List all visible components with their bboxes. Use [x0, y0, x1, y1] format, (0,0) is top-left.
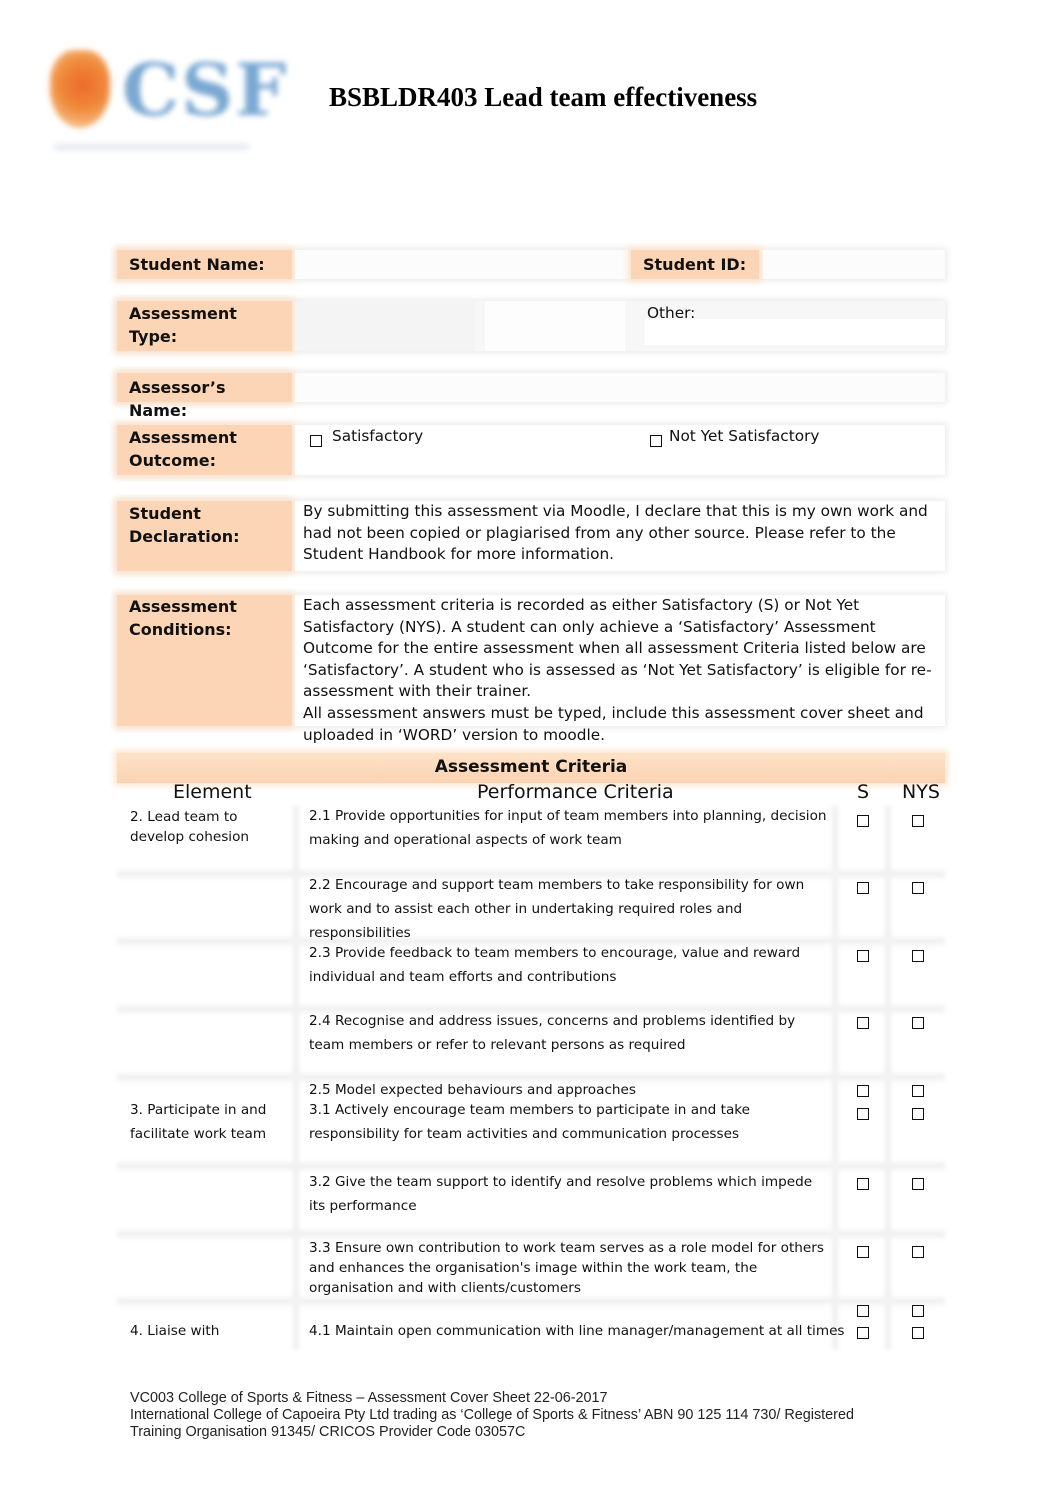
logo-tagline	[54, 144, 249, 150]
nys-checkbox[interactable]	[912, 882, 924, 894]
student-id-field[interactable]	[763, 250, 945, 279]
not-yet-satisfactory-label: Not Yet Satisfactory	[669, 427, 820, 445]
footer-line-3: Training Organisation 91345/ CRICOS Prov…	[130, 1424, 526, 1440]
nys-checkbox[interactable]	[912, 815, 924, 827]
s-checkbox[interactable]	[857, 1305, 869, 1317]
s-checkbox[interactable]	[857, 882, 869, 894]
assessment-type-extra-field[interactable]	[485, 301, 625, 351]
criterion-cell: 2.5 Model expected behaviours and approa…	[309, 1082, 636, 1098]
conditions-paragraph-2: All assessment answers must be typed, in…	[303, 703, 924, 744]
other-field[interactable]	[645, 319, 945, 345]
nys-checkbox[interactable]	[912, 1327, 924, 1339]
satisfactory-checkbox[interactable]	[310, 435, 322, 447]
college-logo: CSF	[44, 40, 286, 160]
nys-checkbox[interactable]	[912, 1085, 924, 1097]
assessor-name-field[interactable]	[295, 373, 945, 402]
s-checkbox[interactable]	[857, 815, 869, 827]
nys-checkbox[interactable]	[912, 1305, 924, 1317]
row-divider	[117, 1297, 945, 1305]
criterion-cell: 2.3 Provide feedback to team members to …	[309, 945, 801, 985]
shield-icon	[50, 50, 110, 128]
satisfactory-label: Satisfactory	[332, 427, 424, 445]
conditions-text: Each assessment criteria is recorded as …	[295, 595, 945, 744]
nys-checkbox[interactable]	[912, 1178, 924, 1190]
s-checkbox[interactable]	[857, 1327, 869, 1339]
s-checkbox[interactable]	[857, 1246, 869, 1258]
conditions-paragraph-1: Each assessment criteria is recorded as …	[303, 596, 932, 701]
outcome-field: Satisfactory Not Yet Satisfactory	[295, 425, 945, 475]
assessment-type-select[interactable]	[295, 301, 475, 351]
column-header-element: Element	[173, 781, 252, 803]
student-id-label: Student ID:	[631, 250, 759, 279]
not-yet-satisfactory-checkbox[interactable]	[650, 435, 662, 447]
student-name-label: Student Name:	[117, 250, 292, 279]
s-checkbox[interactable]	[857, 1108, 869, 1120]
declaration-label: Student Declaration:	[117, 501, 292, 571]
criterion-cell: 2.1 Provide opportunities for input of t…	[309, 808, 827, 848]
column-header-s: S	[857, 781, 870, 803]
element-cell: 2. Lead team to develop cohesion	[130, 809, 250, 845]
criterion-cell: 3.2 Give the team support to identify an…	[309, 1174, 813, 1214]
criterion-cell: 2.2 Encourage and support team members t…	[309, 877, 805, 941]
footer-line-1: VC003 College of Sports & Fitness – Asse…	[130, 1390, 608, 1406]
nys-checkbox[interactable]	[912, 1246, 924, 1258]
nys-checkbox[interactable]	[912, 950, 924, 962]
s-checkbox[interactable]	[857, 950, 869, 962]
footer-line-2: International College of Capoeira Pty Lt…	[130, 1407, 854, 1423]
outcome-row: Assessment Outcome: Satisfactory Not Yet…	[117, 425, 945, 475]
declaration-row: Student Declaration: By submitting this …	[117, 501, 945, 571]
nys-checkbox[interactable]	[912, 1108, 924, 1120]
row-divider	[117, 1162, 945, 1170]
row-divider	[117, 1230, 945, 1238]
assessor-row: Assessor’s Name:	[117, 373, 945, 420]
s-checkbox[interactable]	[857, 1178, 869, 1190]
element-cell: 3. Participate in and facilitate work te…	[130, 1102, 267, 1142]
criterion-cell: 4.1 Maintain open communication with lin…	[309, 1323, 845, 1339]
assessment-type-label: Assessment Type:	[117, 301, 292, 351]
criterion-cell: 3.1 Actively encourage team members to p…	[309, 1102, 751, 1142]
student-name-field[interactable]	[295, 250, 629, 279]
declaration-text: By submitting this assessment via Moodle…	[295, 501, 945, 571]
criterion-cell: 2.4 Recognise and address issues, concer…	[309, 1013, 796, 1053]
criteria-heading: Assessment Criteria	[117, 753, 945, 783]
conditions-label: Assessment Conditions:	[117, 595, 292, 726]
document-title: BSBLDR403 Lead team effectiveness	[329, 82, 758, 112]
conditions-row: Assessment Conditions: Each assessment c…	[117, 595, 945, 744]
nys-checkbox[interactable]	[912, 1017, 924, 1029]
logo-text: CSF	[122, 47, 289, 132]
s-checkbox[interactable]	[857, 1017, 869, 1029]
s-checkbox[interactable]	[857, 1085, 869, 1097]
column-header-nys: NYS	[902, 781, 940, 803]
element-cell: 4. Liaise with	[130, 1323, 220, 1339]
criteria-heading-text: Assessment Criteria	[434, 757, 628, 777]
page-footer: VC003 College of Sports & Fitness – Asse…	[130, 1390, 854, 1441]
outcome-label: Assessment Outcome:	[117, 425, 292, 475]
column-header-performance-criteria: Performance Criteria	[477, 781, 674, 803]
criterion-cell: 3.3 Ensure own contribution to work team…	[309, 1240, 824, 1296]
assessment-type-row: Assessment Type: Other:	[117, 301, 945, 351]
student-row: Student Name: Student ID:	[117, 250, 945, 279]
assessor-name-label: Assessor’s Name:	[117, 373, 292, 420]
